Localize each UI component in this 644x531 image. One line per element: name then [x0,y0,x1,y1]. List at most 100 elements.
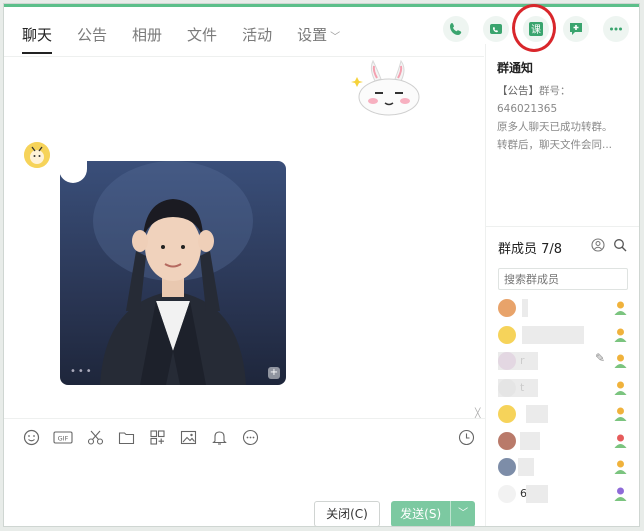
voice-call-button[interactable] [443,16,469,42]
members-heading: 群成员 7/8 [498,242,563,257]
panel-section-divider [486,226,639,227]
scissors-icon [87,430,103,445]
gif-icon: GIF [53,430,73,444]
tiger-avatar-icon [24,142,50,168]
tab-chat-label: 聊天 [22,26,53,44]
edit-pencil-icon[interactable]: ✎ [595,351,605,365]
more-button[interactable] [603,16,629,42]
photo-dots-icon: ••• [70,366,94,377]
redacted-name-block [526,405,548,423]
member-role-icon [614,301,627,315]
screen-share-button[interactable] [148,428,166,446]
tab-activity[interactable]: 活动 [242,24,272,48]
tab-activity-label: 活动 [242,26,273,44]
video-call-icon [490,24,502,34]
emoji-icon [23,429,39,445]
member-item[interactable] [498,402,628,429]
close-button[interactable]: 关闭(C) [314,501,380,526]
redacted-name-block [522,325,584,344]
notice-line-1: 【公告】群号： [497,82,637,100]
member-item[interactable] [498,296,628,323]
notice-line-3: 原多人聊天已成功转群。 [497,121,613,133]
send-button[interactable]: 发送(S) ﹀ [391,501,475,526]
member-role-icon [614,381,627,395]
members-head-actions [591,238,627,252]
member-avatar [498,484,516,503]
input-toolbar: GIF [22,428,259,446]
member-avatar [498,431,516,450]
input-divider [4,418,485,419]
chat-message-area[interactable]: ••• + [4,57,485,417]
send-options-chevron-icon[interactable]: ﹀ [450,501,475,526]
member-list: rt 6 [498,296,628,508]
svg-text:GIF: GIF [58,434,69,442]
class-button[interactable]: 课 [512,4,556,52]
tab-bar: 聊天 公告 相册 文件 活动 设置 ﹀ [22,24,365,54]
member-role-icon [614,460,627,474]
redacted-name-block [498,378,538,397]
history-clock-icon[interactable] [458,429,475,446]
group-notice[interactable]: 群通知 【公告】群号： 646021365 原多人聊天已成功转群。 转群后，聊天… [497,59,637,154]
gif-button[interactable]: GIF [53,428,73,446]
tab-announcement[interactable]: 公告 [77,24,107,48]
window-top-accent [4,4,639,7]
tab-settings[interactable]: 设置 ﹀ [297,24,340,48]
tab-album[interactable]: 相册 [132,24,162,48]
chevron-down-icon: ﹀ [330,32,341,43]
tab-files-label: 文件 [187,26,218,44]
member-role-icon [614,354,627,368]
member-item[interactable]: r [498,349,628,376]
photo-expand-icon[interactable]: + [268,367,280,379]
member-item[interactable] [498,323,628,350]
redacted-name-block [526,484,548,503]
shared-photo-image[interactable]: ••• + [60,161,286,385]
notice-tag: 【公告】 [497,85,539,97]
redacted-name-block [520,431,540,450]
image-icon [180,430,196,444]
notice-line-1-text: 群号： [539,85,571,97]
tab-album-label: 相册 [132,26,163,44]
emoji-button[interactable] [22,428,40,446]
folder-icon [118,431,134,444]
search-icon[interactable] [613,238,627,252]
panel-divider [485,44,486,526]
bell-icon [211,430,227,445]
redacted-name-block [498,352,538,370]
notice-line-2: 646021365 [497,103,558,115]
class-icon: 课 [529,22,543,36]
tab-settings-label: 设置 [297,26,328,44]
tab-chat[interactable]: 聊天 [22,24,53,54]
folder-button[interactable] [117,428,135,446]
chat-window: 聊天 公告 相册 文件 活动 设置 ﹀ 课 ••• + ╳ GIF 关闭(C) … [3,3,640,527]
video-call-button[interactable] [483,16,509,42]
member-avatar [498,325,516,344]
more-icon [610,27,622,31]
member-search-input[interactable] [498,268,628,290]
send-button-label: 发送(S) [400,507,442,521]
notice-title: 群通知 [497,61,534,75]
more-circle-icon [242,429,258,445]
person-photo [93,161,253,385]
notice-line-4: 转群后，聊天文件会同... [497,139,613,151]
svg-text:课: 课 [531,24,541,36]
member-item[interactable] [498,429,628,456]
member-role-icon [614,434,627,448]
invite-member-icon[interactable] [591,238,605,252]
sender-avatar[interactable] [24,142,50,168]
image-button[interactable] [179,428,197,446]
tab-files[interactable]: 文件 [187,24,217,48]
member-item[interactable]: t [498,376,628,403]
member-role-icon [614,328,627,342]
member-role-icon [614,487,627,501]
redacted-name-block [518,458,534,476]
screenshot-button[interactable] [86,428,104,446]
add-app-button[interactable] [563,16,589,42]
member-avatar [498,458,516,476]
redacted-name-block [522,299,528,317]
member-item[interactable]: 6 [498,482,628,509]
bell-button[interactable] [210,428,228,446]
more-tools-button[interactable] [241,428,259,446]
phone-icon [450,23,462,35]
tab-announcement-label: 公告 [77,26,108,44]
member-item[interactable] [498,455,628,482]
